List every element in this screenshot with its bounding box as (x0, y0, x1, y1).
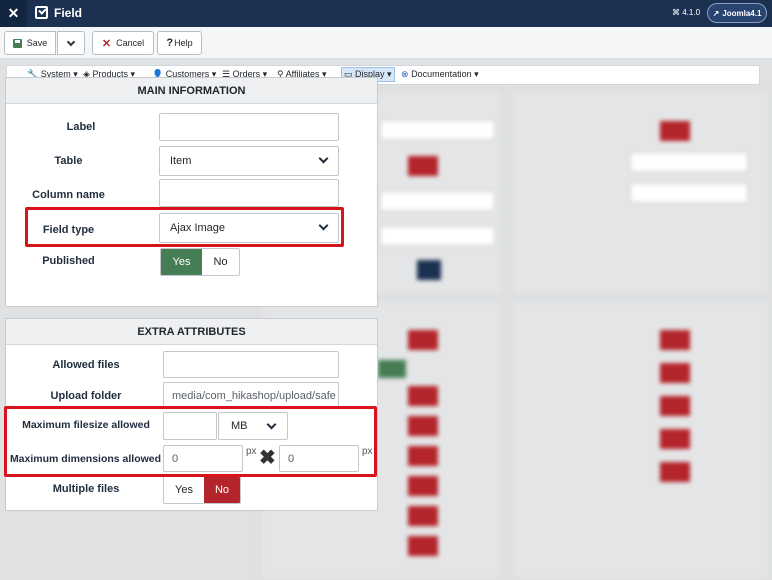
label-input[interactable] (159, 113, 339, 141)
allowed-files-input[interactable] (163, 351, 339, 378)
save-label: Save (26, 38, 48, 48)
upload-folder-label: Upload folder (50, 390, 122, 402)
column-name-label: Column name (32, 189, 105, 201)
bg-no-button (660, 330, 690, 350)
cancel-label: Cancel (116, 38, 145, 48)
menu-documentation-label: Documentation (411, 69, 472, 79)
multiple-files-toggle: Yes No (163, 476, 241, 504)
table-select-value: Item (170, 155, 192, 167)
help-label: Help (174, 38, 193, 48)
upload-folder-input[interactable]: media/com_hikashop/upload/safe (163, 382, 339, 409)
toolbar: Save ✕ Cancel ? Help (0, 27, 772, 59)
multiple-no-button[interactable]: No (204, 477, 240, 503)
published-toggle: Yes No (160, 248, 240, 276)
joomla-logo-icon[interactable]: ✕ (0, 0, 27, 27)
cancel-button[interactable]: ✕ Cancel (92, 31, 154, 55)
version-label: ⌘ 4.1.0 (672, 8, 701, 17)
table-label: Table (54, 155, 83, 167)
chevron-down-icon (318, 153, 329, 164)
bg-no-button (408, 476, 438, 496)
close-icon: ✕ (101, 37, 112, 50)
column-name-input[interactable] (159, 179, 339, 207)
bg-input (380, 120, 495, 140)
bg-no-button (408, 416, 438, 436)
bg-toggle (417, 260, 441, 280)
limits-highlight (4, 406, 377, 477)
label-label: Label (66, 121, 96, 133)
joomla-site-label: Joomla4.1 (722, 8, 762, 18)
bg-input (380, 226, 495, 246)
bg-no-button (408, 386, 438, 406)
bg-yes-button (378, 360, 406, 378)
bg-no-button (408, 446, 438, 466)
checkbox-page-icon (35, 6, 48, 19)
table-select[interactable]: Item (159, 146, 339, 176)
bg-panel (512, 300, 770, 580)
bg-no-button (660, 396, 690, 416)
multiple-files-label: Multiple files (52, 483, 120, 495)
question-icon: ? (166, 37, 174, 49)
extra-attributes-heading: EXTRA ATTRIBUTES (6, 319, 377, 345)
lifebuoy-icon: ⊗ (401, 69, 409, 79)
published-no-button[interactable]: No (202, 249, 239, 275)
bg-no-button (660, 121, 690, 141)
published-yes-button[interactable]: Yes (161, 249, 202, 275)
bg-no-button (408, 536, 438, 556)
bg-no-button (660, 462, 690, 482)
app-header: ✕ Field ⌘ 4.1.0 ↗ Joomla4.1 (0, 0, 772, 27)
external-link-icon: ↗ (712, 8, 720, 18)
multiple-yes-button[interactable]: Yes (164, 477, 204, 503)
main-information-panel: MAIN INFORMATION Label Table Item Column… (5, 77, 378, 307)
bg-input (630, 152, 748, 172)
save-dropdown-button[interactable] (57, 31, 85, 55)
bg-no-button (660, 363, 690, 383)
chevron-down-icon (66, 37, 76, 46)
field-type-highlight (25, 207, 344, 247)
bg-no-button (408, 506, 438, 526)
bg-input (380, 191, 495, 211)
joomla-site-button[interactable]: ↗ Joomla4.1 (707, 3, 767, 23)
save-icon (12, 38, 22, 48)
main-information-heading: MAIN INFORMATION (6, 78, 377, 104)
bg-input (630, 183, 748, 203)
page-title: Field (54, 6, 83, 20)
bg-no-button (660, 429, 690, 449)
menu-documentation[interactable]: ⊗ Documentation ▾ (401, 69, 479, 80)
published-label: Published (42, 255, 95, 267)
bg-no-button (408, 156, 438, 176)
allowed-files-label: Allowed files (52, 359, 120, 371)
save-button[interactable]: Save (4, 31, 56, 55)
bg-no-button (408, 330, 438, 350)
help-button[interactable]: ? Help (157, 31, 202, 55)
